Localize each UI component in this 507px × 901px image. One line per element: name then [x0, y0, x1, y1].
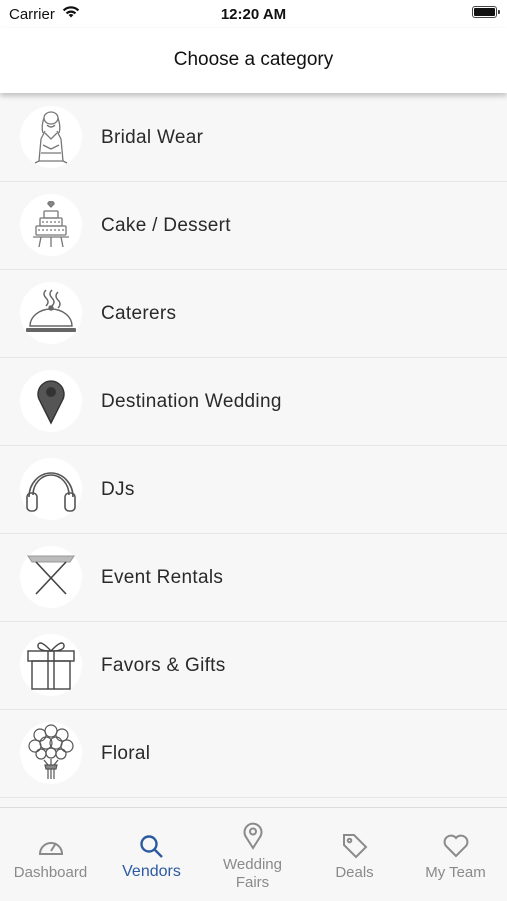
tab-label: Vendors [122, 863, 181, 880]
folding-table-icon [20, 546, 82, 608]
category-row-caterers[interactable]: Caterers [0, 270, 507, 358]
category-label: Bridal Wear [101, 127, 204, 148]
category-label: Floral [101, 743, 151, 764]
category-row-destination-wedding[interactable]: Destination Wedding [0, 358, 507, 446]
tab-label: My Team [425, 864, 486, 881]
bridal-dress-icon [20, 106, 82, 168]
tab-bar: Dashboard Vendors Wedding Fairs Deals My… [0, 807, 507, 900]
tab-label-line1: Wedding [223, 856, 282, 873]
battery-icon [472, 6, 500, 18]
category-row-favors-gifts[interactable]: Favors & Gifts [0, 622, 507, 710]
category-label: Destination Wedding [101, 391, 282, 412]
tab-label: Deals [335, 864, 374, 881]
category-label: Event Rentals [101, 567, 224, 588]
category-row-event-rentals[interactable]: Event Rentals [0, 534, 507, 622]
category-row-djs[interactable]: DJs [0, 446, 507, 534]
category-label: Caterers [101, 303, 177, 324]
status-bar: Carrier 12:20 AM [0, 0, 507, 28]
cake-icon [20, 194, 82, 256]
tab-wedding-fairs[interactable]: Wedding Fairs [202, 808, 303, 901]
clock-time: 12:20 AM [220, 6, 287, 23]
tab-vendors[interactable]: Vendors [101, 808, 202, 901]
gift-box-icon [20, 634, 82, 696]
tab-dashboard[interactable]: Dashboard [0, 808, 101, 901]
cloche-icon [20, 282, 82, 344]
category-row-bridal-wear[interactable]: Bridal Wear [0, 94, 507, 182]
category-list[interactable]: Bridal Wear Cake / Dessert Caterers Dest… [0, 94, 507, 807]
tab-my-team[interactable]: My Team [405, 808, 506, 901]
location-pin-icon [243, 822, 262, 850]
category-label: DJs [101, 479, 135, 500]
location-pin-icon [20, 370, 82, 432]
tab-deals[interactable]: Deals [304, 808, 405, 901]
tab-label-line2: Fairs [235, 874, 270, 891]
tab-label: Dashboard [13, 864, 88, 881]
flower-bouquet-icon [20, 722, 82, 784]
category-label: Favors & Gifts [101, 655, 226, 676]
tag-icon [342, 834, 367, 859]
headphones-icon [20, 458, 82, 520]
category-label: Cake / Dessert [101, 215, 231, 236]
navigation-header: Choose a category [0, 28, 507, 93]
search-icon [139, 835, 163, 858]
speedometer-icon [38, 842, 63, 855]
heart-icon [443, 834, 468, 858]
category-row-floral[interactable]: Floral [0, 710, 507, 798]
page-title: Choose a category [173, 49, 334, 70]
category-row-cake-dessert[interactable]: Cake / Dessert [0, 182, 507, 270]
